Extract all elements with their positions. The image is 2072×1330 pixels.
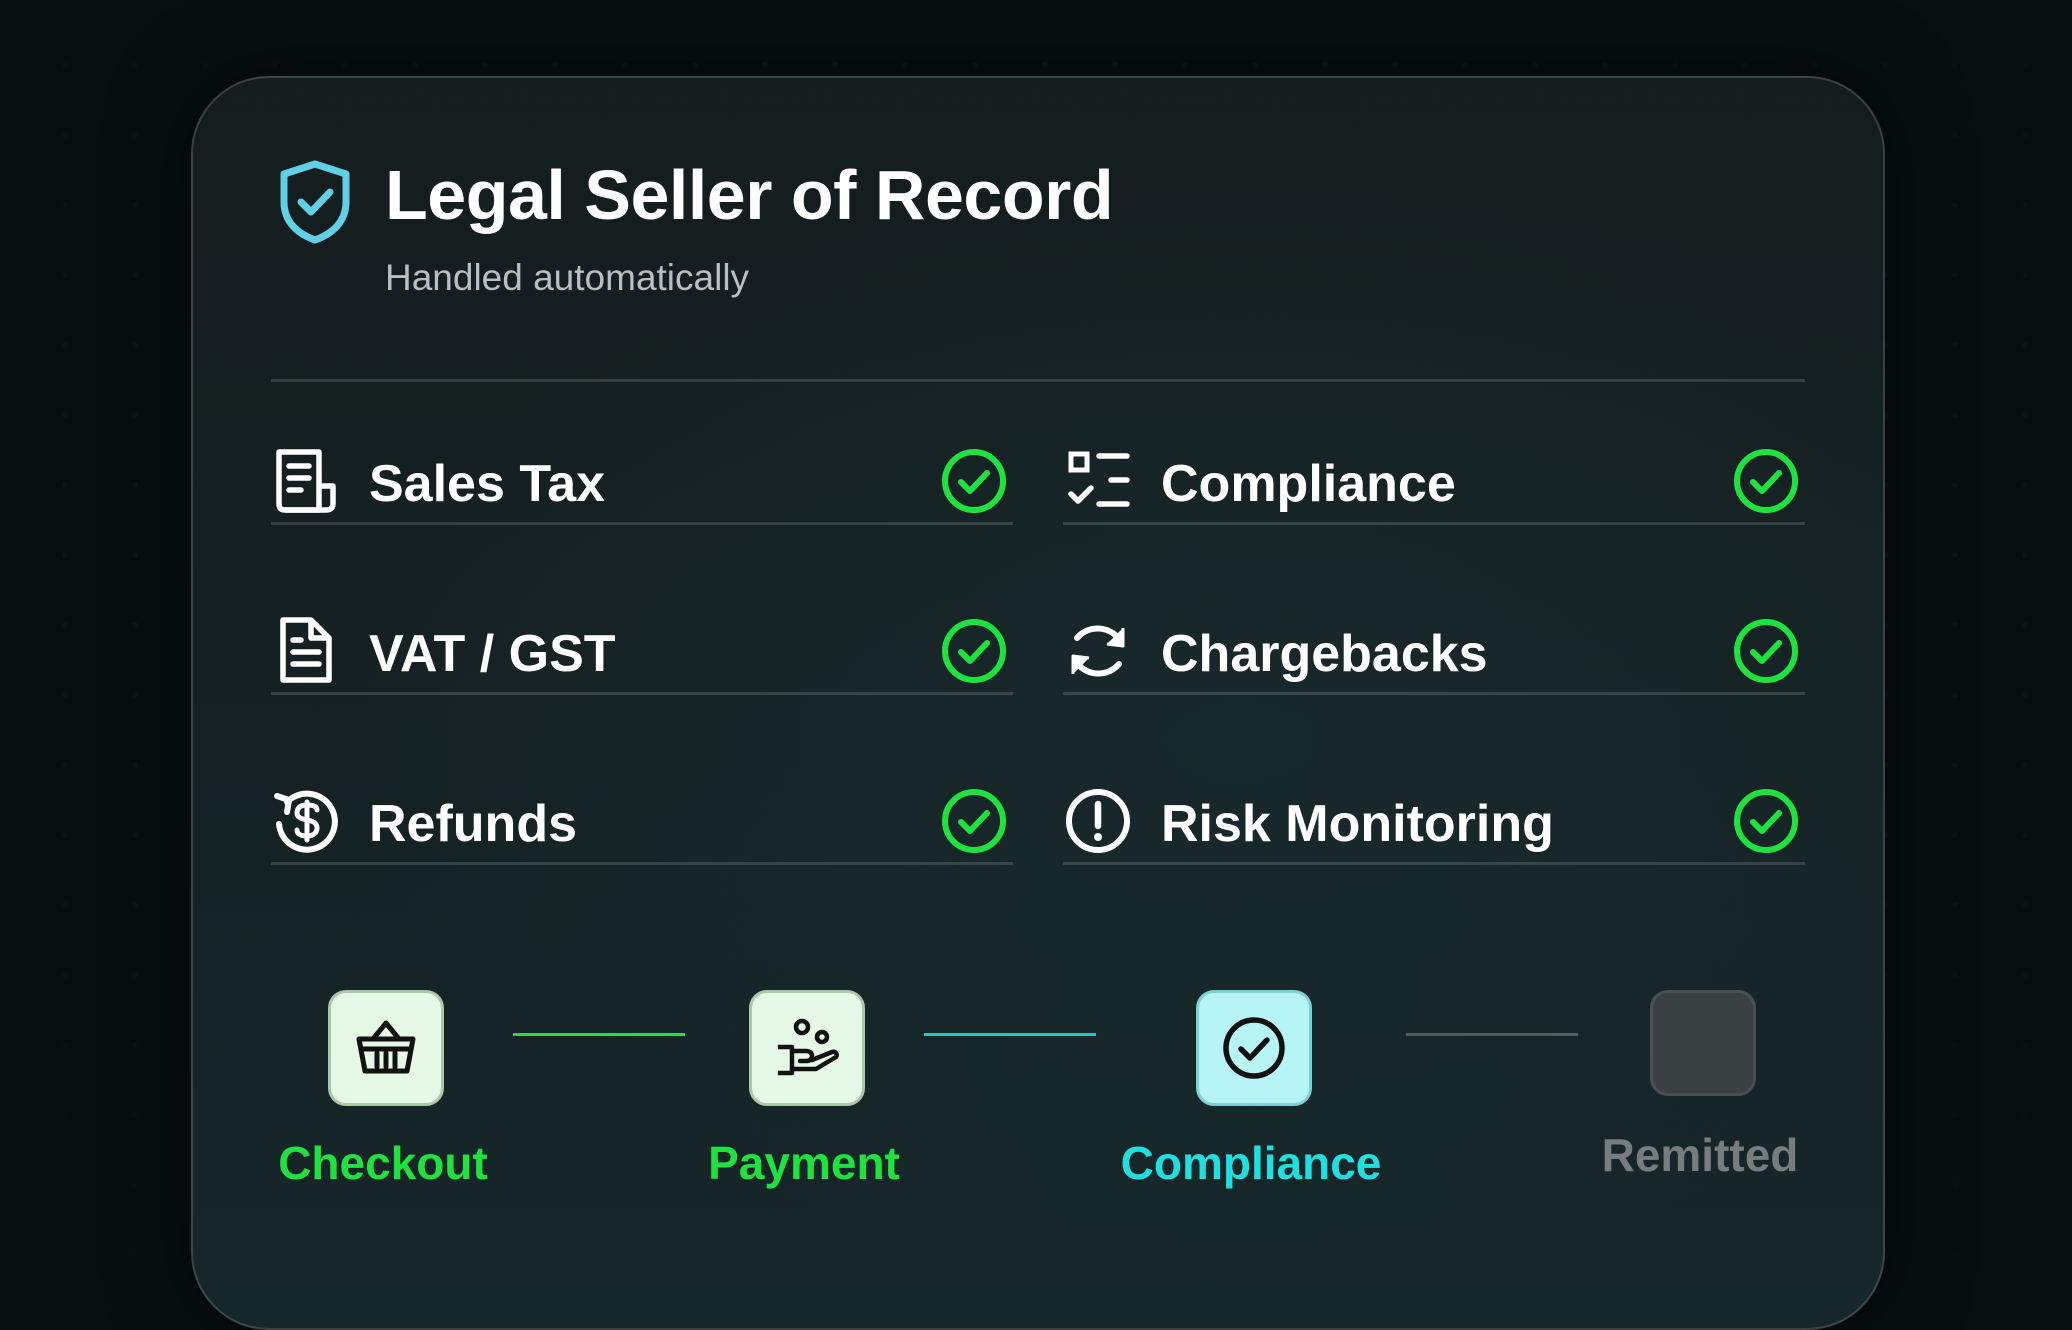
checklist-icon [1068,451,1130,507]
feature-label: Refunds [369,795,577,853]
check-circle-icon [1223,1017,1285,1079]
feature-compliance: Compliance [1063,416,1805,525]
shield-check-icon [280,160,350,244]
step-payment-box [749,990,865,1106]
feature-label: VAT / GST [369,625,616,683]
connector-1 [513,1033,685,1036]
feature-vat-gst: VAT / GST [271,586,1013,695]
header-divider [271,379,1805,382]
step-compliance-box [1196,990,1312,1106]
connector-3 [1406,1033,1578,1036]
hand-coins-icon [778,1018,840,1076]
check-circle-icon [1734,449,1798,513]
feature-refunds: Refunds [271,756,1013,865]
step-label-compliance: Compliance [1120,1137,1382,1189]
check-circle-icon [1734,619,1798,683]
feature-label: Chargebacks [1161,625,1488,683]
check-circle-icon [942,789,1006,853]
step-label-payment: Payment [708,1137,900,1189]
feature-label: Sales Tax [369,455,606,513]
feature-label: Risk Monitoring [1161,795,1554,853]
connector-2 [924,1033,1096,1036]
seller-of-record-card: Legal Seller of Record Handled automatic… [191,76,1885,1330]
check-circle-icon [942,619,1006,683]
check-circle-icon [942,449,1006,513]
feature-risk-monitoring: Risk Monitoring [1063,756,1805,865]
dollar-refund-icon [274,790,338,853]
document-icon [280,617,332,683]
receipt-icon [276,449,336,513]
page-title: Legal Seller of Record [385,156,1114,234]
page-subtitle: Handled automatically [385,257,750,298]
feature-chargebacks: Chargebacks [1063,586,1805,695]
step-label-checkout: Checkout [278,1137,488,1189]
alert-circle-icon [1066,789,1130,853]
feature-sales-tax: Sales Tax [271,416,1013,525]
step-checkout-box [328,990,444,1106]
step-remitted-box [1650,990,1756,1096]
basket-icon [356,1020,416,1074]
check-circle-icon [1734,789,1798,853]
feature-label: Compliance [1161,455,1456,513]
refresh-icon [1071,625,1125,677]
step-label-remitted: Remitted [1601,1129,1799,1181]
